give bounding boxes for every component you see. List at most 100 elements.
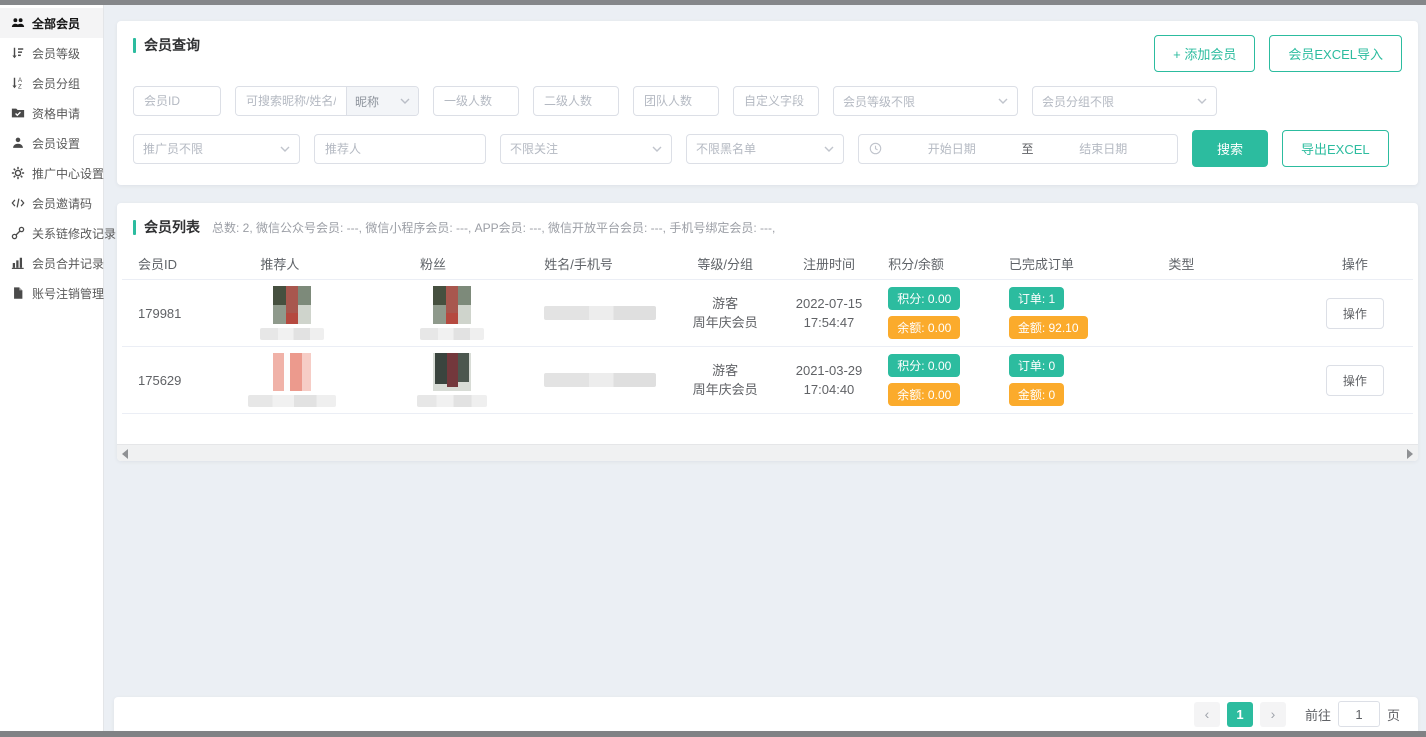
row-action-button[interactable]: 操作 <box>1326 365 1384 396</box>
type-cell <box>1152 374 1288 386</box>
add-member-button[interactable]: + 添加会员 <box>1154 35 1255 72</box>
sidebar-item-account-cancellation[interactable]: 账号注销管理 <box>0 278 103 308</box>
date-end-placeholder: 结束日期 <box>1040 140 1168 157</box>
table-row: 175629 <box>122 346 1413 414</box>
sidebar-item-member-settings[interactable]: 会员设置 <box>0 128 103 158</box>
page-unit-label: 页 <box>1387 705 1400 724</box>
sidebar-item-merge-log[interactable]: 会员合并记录 <box>0 248 103 278</box>
list-panel-title: 会员列表 <box>144 217 200 237</box>
level-text: 游客 <box>681 361 770 381</box>
goto-label: 前往 <box>1305 705 1331 724</box>
background-spacer <box>117 461 1418 697</box>
sidebar-item-invite-code[interactable]: 会员邀请码 <box>0 188 103 218</box>
col-header-referrer: 推荐人 <box>244 248 404 279</box>
export-excel-button[interactable]: 导出EXCEL <box>1282 130 1389 167</box>
sidebar-item-relation-log[interactable]: 关系链修改记录 <box>0 218 103 248</box>
member-count-stats: 总数: 2, 微信公众号会员: ---, 微信小程序会员: ---, APP会员… <box>212 219 775 236</box>
points-balance-cell: 积分: 0.00 余额: 0.00 <box>872 348 993 412</box>
group-text: 周年庆会员 <box>681 380 770 400</box>
member-list-panel: 会员列表 总数: 2, 微信公众号会员: ---, 微信小程序会员: ---, … <box>117 203 1418 461</box>
referrer-cell <box>244 280 404 346</box>
reg-date: 2021-03-29 <box>794 361 865 381</box>
col-header-type: 类型 <box>1152 248 1288 279</box>
redacted-avatar <box>273 286 311 324</box>
link-icon <box>11 226 25 240</box>
sidebar-item-member-groups[interactable]: AZ 会员分组 <box>0 68 103 98</box>
name-phone-cell <box>528 367 664 393</box>
custom-field-input[interactable] <box>733 86 819 116</box>
sidebar-item-all-members[interactable]: 全部会员 <box>0 8 103 38</box>
clock-icon <box>869 142 882 155</box>
level-group-cell: 游客 周年庆会员 <box>665 355 778 406</box>
user-icon <box>11 136 25 150</box>
level-group-cell: 游客 周年庆会员 <box>665 288 778 339</box>
col-header-fans: 粉丝 <box>404 248 528 279</box>
goto-page-input[interactable] <box>1338 701 1380 727</box>
table-header-row: 会员ID 推荐人 粉丝 姓名/手机号 等级/分组 注册时间 积分/余额 已完成订… <box>122 247 1413 279</box>
balance-badge: 余额: 0.00 <box>888 316 960 339</box>
col-header-actions: 操作 <box>1289 248 1413 279</box>
follow-select[interactable]: 不限关注 <box>500 134 672 164</box>
member-query-panel: 会员查询 + 添加会员 会员EXCEL导入 昵称 <box>117 21 1418 185</box>
row-action-button[interactable]: 操作 <box>1326 298 1384 329</box>
chevron-down-icon <box>280 146 290 152</box>
title-accent-bar <box>133 220 136 235</box>
date-start-placeholder: 开始日期 <box>888 140 1016 157</box>
member-id-input[interactable] <box>133 86 221 116</box>
name-phone-cell <box>528 300 664 326</box>
team-count-input[interactable] <box>633 86 719 116</box>
blacklist-select[interactable]: 不限黑名单 <box>686 134 844 164</box>
page-1-button[interactable]: 1 <box>1227 702 1253 727</box>
sidebar-item-label: 会员等级 <box>32 45 80 62</box>
reg-time: 17:54:47 <box>794 313 865 333</box>
level1-count-input[interactable] <box>433 86 519 116</box>
member-group-select[interactable]: 会员分组不限 <box>1032 86 1217 116</box>
redacted-avatar <box>433 353 471 391</box>
sidebar-item-label: 推广中心设置 <box>32 165 104 182</box>
nickname-search-input[interactable] <box>236 87 346 115</box>
points-balance-cell: 积分: 0.00 余额: 0.00 <box>872 281 993 345</box>
folder-check-icon <box>11 106 25 120</box>
col-header-level-group: 等级/分组 <box>665 248 778 279</box>
sidebar-item-qualification[interactable]: 资格申请 <box>0 98 103 128</box>
horizontal-scrollbar[interactable] <box>117 444 1418 461</box>
group-text: 周年庆会员 <box>681 313 770 333</box>
search-button[interactable]: 搜索 <box>1192 130 1268 167</box>
promoter-value: 推广员不限 <box>143 140 203 157</box>
next-page-button[interactable]: › <box>1260 702 1286 727</box>
file-icon <box>11 286 25 300</box>
actions-cell: 操作 <box>1289 292 1413 335</box>
referrer-cell <box>244 347 404 413</box>
follow-value: 不限关注 <box>510 140 558 157</box>
member-id-cell: 179981 <box>122 300 244 327</box>
chevron-down-icon <box>1197 98 1207 104</box>
sidebar-item-promotion-settings[interactable]: 推广中心设置 <box>0 158 103 188</box>
scroll-left-arrow-icon[interactable] <box>122 449 128 459</box>
code-icon <box>11 196 25 210</box>
prev-page-button[interactable]: ‹ <box>1194 702 1220 727</box>
level-text: 游客 <box>681 294 770 314</box>
search-type-select[interactable]: 昵称 <box>346 87 418 115</box>
col-header-name-phone: 姓名/手机号 <box>528 248 664 279</box>
redacted-avatar <box>273 353 311 391</box>
gear-icon <box>11 166 25 180</box>
sidebar-item-label: 会员邀请码 <box>32 195 92 212</box>
date-range-picker[interactable]: 开始日期 至 结束日期 <box>858 134 1178 164</box>
main-content: 会员查询 + 添加会员 会员EXCEL导入 昵称 <box>104 5 1426 731</box>
member-excel-import-button[interactable]: 会员EXCEL导入 <box>1269 35 1402 72</box>
orders-badge: 订单: 0 <box>1009 354 1064 377</box>
member-level-select[interactable]: 会员等级不限 <box>833 86 1018 116</box>
referrer-input[interactable] <box>314 134 486 164</box>
nickname-search-combo: 昵称 <box>235 86 419 116</box>
scroll-right-arrow-icon[interactable] <box>1407 449 1413 459</box>
completed-orders-cell: 订单: 1 金额: 92.10 <box>993 281 1153 345</box>
reg-date: 2022-07-15 <box>794 294 865 314</box>
sidebar-item-label: 资格申请 <box>32 105 80 122</box>
level2-count-input[interactable] <box>533 86 619 116</box>
redacted-name <box>417 395 487 407</box>
sidebar-item-member-levels[interactable]: 会员等级 <box>0 38 103 68</box>
filter-row-2: 推广员不限 不限关注 不限黑名单 开始日期 至 结束日期 <box>133 130 1402 167</box>
promoter-select[interactable]: 推广员不限 <box>133 134 300 164</box>
balance-badge: 余额: 0.00 <box>888 383 960 406</box>
redacted-name <box>420 328 484 340</box>
